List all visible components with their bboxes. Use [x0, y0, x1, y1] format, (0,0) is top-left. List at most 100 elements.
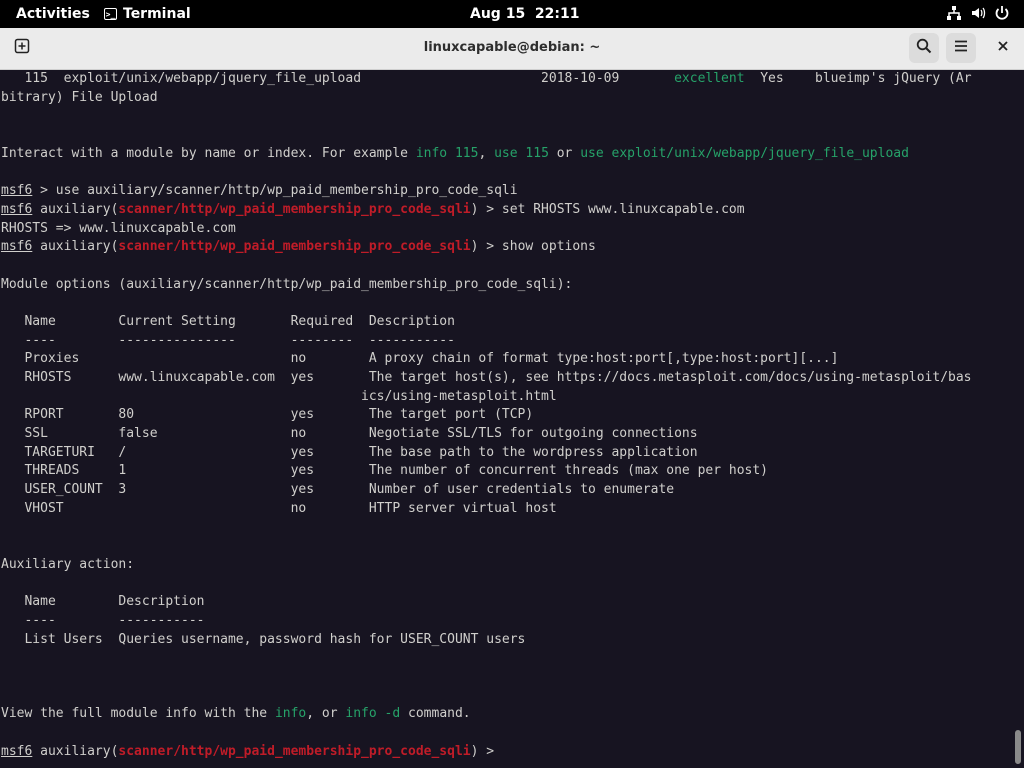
terminal-segment: 115 exploit/unix/webapp/jquery_file_uplo…	[1, 71, 675, 86]
terminal-segment: scanner/http/wp_paid_membership_pro_code…	[118, 743, 471, 759]
terminal-segment: USER_COUNT 3 yes Number of user credenti…	[1, 482, 675, 498]
terminal-line: Name Description	[1, 593, 1012, 612]
terminal-line: msf6 auxiliary(scanner/http/wp_paid_memb…	[1, 201, 1012, 220]
terminal-line: ics/using-metasploit.html	[1, 388, 1012, 407]
terminal-segment: auxiliary(	[32, 239, 119, 255]
terminal-segment: or	[548, 145, 581, 161]
terminal-line: VHOST no HTTP server virtual host	[1, 500, 1012, 519]
system-tray[interactable]	[946, 5, 1010, 21]
terminal-segment: ---- -----------	[1, 612, 205, 628]
terminal-segment: ,	[478, 145, 495, 161]
terminal-line: RPORT 80 yes The target port (TCP)	[1, 406, 1012, 425]
terminal-segment: use exploit/unix/webapp/jquery_file_uplo…	[580, 145, 909, 161]
terminal-segment: scanner/http/wp_paid_membership_pro_code…	[118, 201, 471, 217]
terminal-segment: msf6	[1, 239, 33, 255]
terminal-line: Module options (auxiliary/scanner/http/w…	[1, 276, 1012, 295]
app-menu-button[interactable]: >_ Terminal	[104, 6, 191, 22]
terminal-segment: auxiliary(	[32, 743, 119, 759]
gnome-top-bar: Activities >_ Terminal Aug 15 22:11	[0, 0, 1024, 28]
terminal-segment: Proxies no A proxy chain of format type:…	[1, 351, 839, 367]
terminal-segment: info 115	[415, 145, 479, 161]
terminal-segment: Auxiliary action:	[1, 556, 135, 572]
network-icon	[946, 5, 962, 21]
search-icon	[916, 38, 932, 58]
terminal-line: Interact with a module by name or index.…	[1, 145, 1012, 164]
close-window-button[interactable]	[988, 33, 1018, 63]
terminal-line: RHOSTS => www.linuxcapable.com	[1, 220, 1012, 239]
terminal-app-icon: >_	[104, 8, 117, 20]
terminal-segment: List Users Queries username, password ha…	[1, 631, 526, 647]
terminal-segment: use 115	[494, 145, 549, 161]
terminal-segment: THREADS 1 yes The number of concurrent t…	[1, 463, 769, 479]
terminal-line: 115 exploit/unix/webapp/jquery_file_uplo…	[1, 70, 1012, 89]
terminal-segment: ics/using-metasploit.html	[1, 388, 557, 404]
terminal-segment: View the full module info with the	[1, 706, 275, 722]
search-button[interactable]	[909, 33, 939, 63]
terminal-segment: , or	[306, 706, 346, 722]
terminal-line: msf6 > use auxiliary/scanner/http/wp_pai…	[1, 182, 1012, 201]
terminal-segment: > use auxiliary/scanner/http/wp_paid_mem…	[32, 183, 518, 199]
terminal-segment: ---- --------------- -------- ----------…	[1, 332, 455, 348]
main-menu-button[interactable]	[946, 33, 976, 63]
terminal-segment: command.	[400, 706, 471, 722]
terminal-segment: msf6	[1, 201, 33, 217]
volume-icon	[970, 5, 986, 21]
terminal-text: 115 exploit/unix/webapp/jquery_file_uplo…	[0, 70, 1012, 761]
terminal-segment: Interact with a module by name or index.…	[1, 145, 416, 161]
clock[interactable]: Aug 15 22:11	[470, 6, 580, 22]
app-menu-label: Terminal	[123, 6, 191, 22]
terminal-segment: msf6	[1, 183, 33, 199]
terminal-segment: SSL false no Negotiate SSL/TLS for outgo…	[1, 426, 698, 442]
terminal-line: msf6 auxiliary(scanner/http/wp_paid_memb…	[1, 238, 1012, 257]
terminal-segment: excellent	[674, 71, 745, 86]
terminal-segment: ) > set RHOSTS www.linuxcapable.com	[470, 201, 745, 217]
terminal-headerbar: linuxcapable@debian: ~	[0, 28, 1024, 70]
terminal-line: msf6 auxiliary(scanner/http/wp_paid_memb…	[1, 743, 1012, 762]
terminal-line: THREADS 1 yes The number of concurrent t…	[1, 462, 1012, 481]
terminal-line: TARGETURI / yes The base path to the wor…	[1, 444, 1012, 463]
activities-button[interactable]: Activities	[16, 6, 90, 22]
terminal-segment: ) > show options	[470, 239, 596, 255]
terminal-segment: info	[274, 706, 307, 722]
terminal-segment: msf6	[1, 743, 33, 759]
terminal-line: SSL false no Negotiate SSL/TLS for outgo…	[1, 425, 1012, 444]
terminal-segment: Yes blueimp's jQuery (Ar	[744, 71, 972, 86]
terminal-segment: Module options (auxiliary/scanner/http/w…	[1, 276, 573, 292]
hamburger-menu-icon	[953, 38, 969, 58]
terminal-segment: VHOST no HTTP server virtual host	[1, 500, 557, 516]
terminal-line: Auxiliary action:	[1, 556, 1012, 575]
power-icon	[994, 5, 1010, 21]
scrollbar-thumb[interactable]	[1015, 730, 1021, 764]
terminal-segment: RHOSTS www.linuxcapable.com yes The targ…	[1, 370, 972, 385]
terminal-segment: ) >	[470, 743, 502, 759]
terminal-line: List Users Queries username, password ha…	[1, 631, 1012, 650]
terminal-line: bitrary) File Upload	[1, 89, 1012, 108]
terminal-segment: RPORT 80 yes The target port (TCP)	[1, 407, 534, 423]
terminal-segment: Name Current Setting Required Descriptio…	[1, 313, 455, 329]
terminal-segment: bitrary) File Upload	[1, 89, 158, 105]
terminal-segment: scanner/http/wp_paid_membership_pro_code…	[118, 239, 471, 255]
terminal-segment: auxiliary(	[32, 201, 119, 217]
terminal-line: Proxies no A proxy chain of format type:…	[1, 350, 1012, 369]
terminal-segment: RHOSTS => www.linuxcapable.com	[1, 220, 236, 236]
terminal-line: USER_COUNT 3 yes Number of user credenti…	[1, 481, 1012, 500]
terminal-segment: info -d	[345, 706, 401, 722]
terminal-line: Name Current Setting Required Descriptio…	[1, 313, 1012, 332]
terminal-line: RHOSTS www.linuxcapable.com yes The targ…	[1, 369, 1012, 388]
terminal-scrollbar[interactable]	[1012, 70, 1024, 768]
window-title: linuxcapable@debian: ~	[423, 40, 601, 55]
terminal-line: View the full module info with the info,…	[1, 705, 1012, 724]
terminal-line: ---- -----------	[1, 612, 1012, 631]
terminal-segment: TARGETURI / yes The base path to the wor…	[1, 444, 698, 460]
terminal-output[interactable]: 115 exploit/unix/webapp/jquery_file_uplo…	[0, 70, 1012, 768]
